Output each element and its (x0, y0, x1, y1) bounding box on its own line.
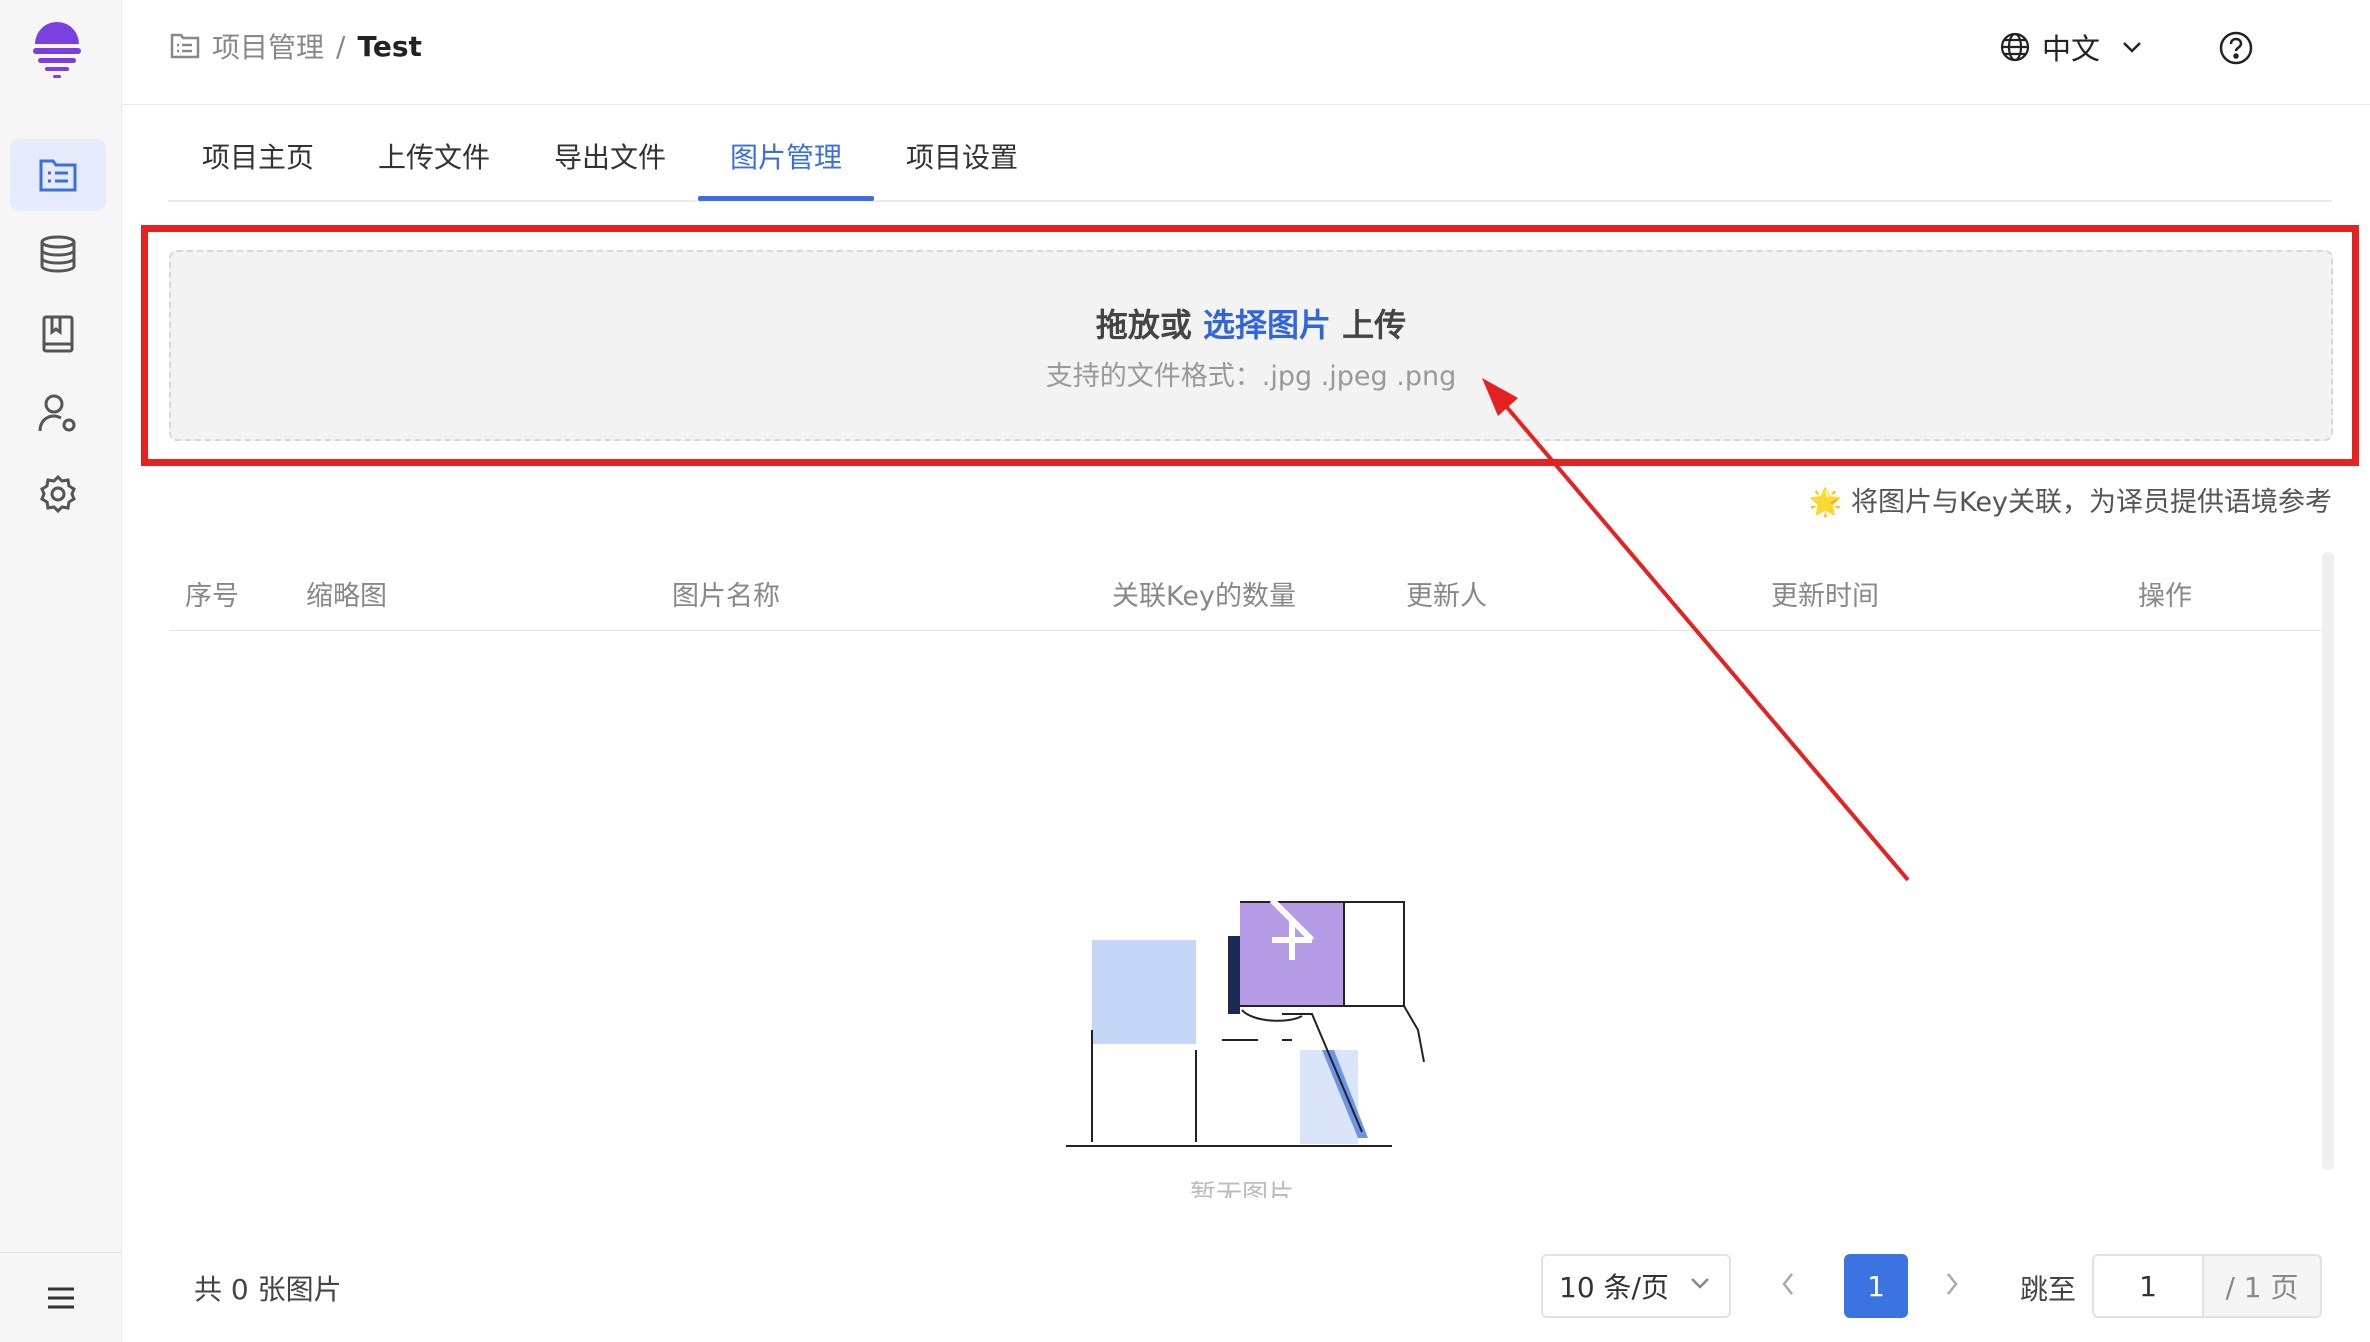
help-icon[interactable] (2218, 30, 2254, 66)
image-table-header: 序号 缩略图 图片名称 关联Key的数量 更新人 更新时间 操作 (169, 565, 2321, 631)
prev-page-icon[interactable] (1780, 1270, 1796, 1298)
goto-label: 跳至 (2020, 1273, 2077, 1306)
page-size-value: 10 条/页 (1559, 1271, 1669, 1304)
column-image-name: 图片名称 (672, 581, 780, 612)
column-thumbnail: 缩略图 (306, 581, 387, 612)
next-page-icon[interactable] (1944, 1270, 1960, 1298)
sidebar-item-glossary[interactable] (10, 298, 106, 370)
column-index: 序号 (185, 581, 239, 612)
database-icon (40, 235, 76, 273)
project-list-icon (39, 159, 77, 192)
chevron-down-icon (1691, 1278, 1709, 1289)
column-updated-by: 更新人 (1406, 581, 1487, 612)
key-association-tip[interactable]: 🌟 将图片与Key关联，为译员提供语境参考 (1800, 480, 2332, 519)
tab-project-settings[interactable]: 项目设置 (906, 136, 1018, 176)
page-number-current[interactable]: 1 (1844, 1254, 1908, 1318)
tab-project-home[interactable]: 项目主页 (202, 136, 314, 176)
tab-export-files[interactable]: 导出文件 (554, 136, 666, 176)
top-header: 项目管理 / Test 中文 (122, 0, 2370, 105)
sidebar (0, 0, 122, 1342)
chevron-down-icon (2123, 42, 2141, 53)
table-scrollbar[interactable] (2322, 552, 2334, 1170)
goto-page-input[interactable] (2092, 1254, 2202, 1318)
active-tab-indicator (698, 196, 874, 201)
sidebar-collapse-button[interactable] (0, 1252, 122, 1342)
folder-icon (170, 33, 200, 59)
sidebar-item-settings[interactable] (10, 458, 106, 530)
language-label: 中文 (2042, 32, 2101, 66)
globe-icon (2000, 32, 2030, 62)
annotation-highlight-box (141, 225, 2359, 466)
app-logo[interactable] (29, 18, 85, 80)
project-tabs: 项目主页 上传文件 导出文件 图片管理 项目设置 (168, 106, 2332, 202)
gear-icon (40, 474, 76, 514)
sidebar-item-members[interactable] (10, 378, 106, 450)
menu-icon (48, 1287, 74, 1308)
sidebar-item-projects[interactable] (10, 139, 106, 211)
breadcrumb: 项目管理 / Test (170, 26, 422, 66)
user-settings-icon (38, 394, 76, 432)
sidebar-item-database[interactable] (10, 218, 106, 290)
column-updated-time: 更新时间 (1771, 581, 1879, 612)
language-selector[interactable]: 中文 (2000, 26, 2144, 68)
empty-state-illustration (1066, 900, 1425, 1147)
total-pages: / 1 页 (2202, 1254, 2322, 1318)
column-key-count: 关联Key的数量 (1112, 581, 1296, 612)
breadcrumb-current: Test (357, 29, 422, 63)
tab-image-management[interactable]: 图片管理 (730, 136, 842, 176)
column-actions: 操作 (2138, 581, 2192, 612)
breadcrumb-separator: / (336, 29, 346, 63)
total-count: 共 0 张图片 (194, 1273, 342, 1306)
tab-upload-files[interactable]: 上传文件 (378, 136, 490, 176)
breadcrumb-parent[interactable]: 项目管理 (212, 26, 324, 66)
page-size-select[interactable]: 10 条/页 (1541, 1254, 1731, 1318)
book-icon (42, 315, 74, 353)
empty-state-text: 暂无图片 (1190, 1180, 1295, 1198)
